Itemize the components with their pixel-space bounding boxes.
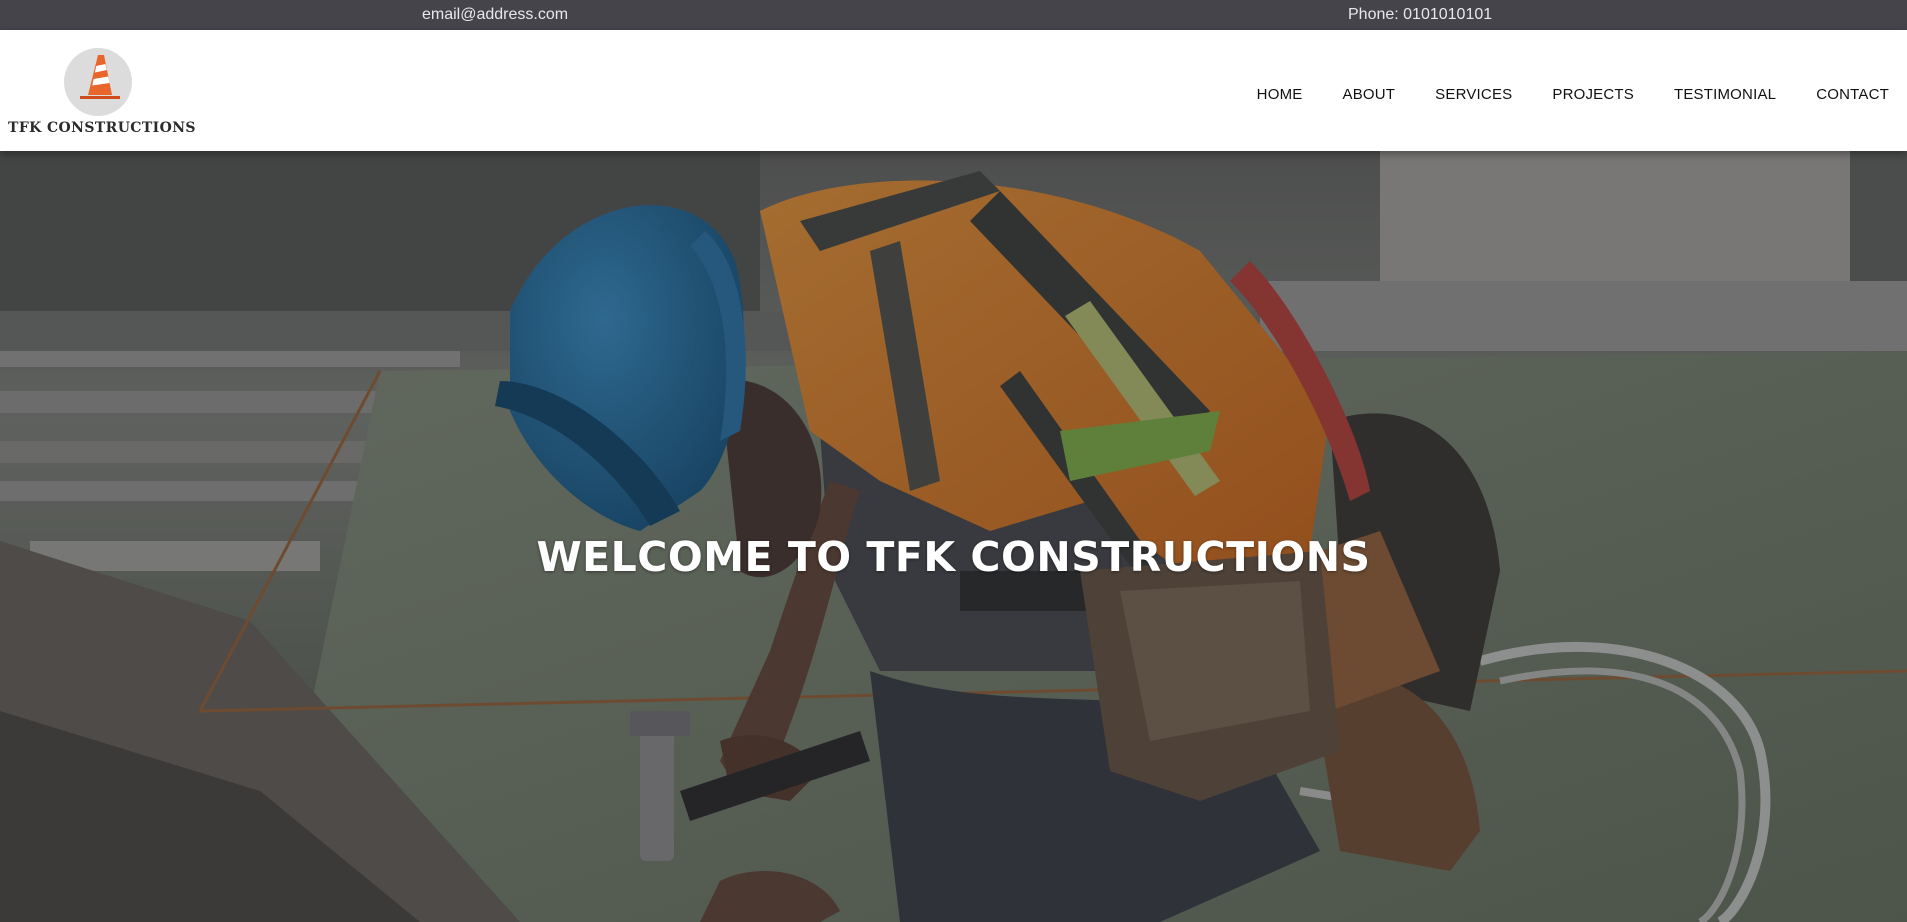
- site-logo[interactable]: TFK CONSTRUCTIONS: [8, 46, 196, 146]
- traffic-cone-icon: [80, 55, 120, 99]
- nav-link-services[interactable]: SERVICES: [1435, 86, 1512, 103]
- nav-link-home[interactable]: HOME: [1257, 86, 1303, 103]
- nav-item-testimonial: TESTIMONIAL: [1674, 86, 1776, 104]
- nav-link-contact[interactable]: CONTACT: [1816, 86, 1889, 103]
- nav-item-about: ABOUT: [1342, 86, 1395, 104]
- nav-item-contact: CONTACT: [1816, 86, 1889, 104]
- nav-link-about[interactable]: ABOUT: [1342, 86, 1395, 103]
- phone-number: Phone: 0101010101: [1348, 6, 1493, 23]
- top-info-bar: email@address.com Phone: 0101010101: [0, 0, 1907, 30]
- nav-item-projects: PROJECTS: [1552, 86, 1634, 104]
- logo-badge: [64, 48, 132, 116]
- email-link[interactable]: email@address.com: [422, 6, 568, 24]
- nav-item-home: HOME: [1257, 86, 1303, 104]
- nav-link-testimonial[interactable]: TESTIMONIAL: [1674, 86, 1776, 103]
- hero-title: WELCOME TO TFK CONSTRUCTIONS: [536, 533, 1371, 581]
- main-nav: HOME ABOUT SERVICES PROJECTS TESTIMONIAL…: [1217, 86, 1889, 104]
- site-header: TFK CONSTRUCTIONS HOME ABOUT SERVICES PR…: [0, 30, 1907, 151]
- brand-name: TFK CONSTRUCTIONS: [8, 120, 196, 136]
- nav-link-projects[interactable]: PROJECTS: [1552, 86, 1634, 103]
- nav-item-services: SERVICES: [1435, 86, 1512, 104]
- hero-section: WELCOME TO TFK CONSTRUCTIONS: [0, 151, 1907, 922]
